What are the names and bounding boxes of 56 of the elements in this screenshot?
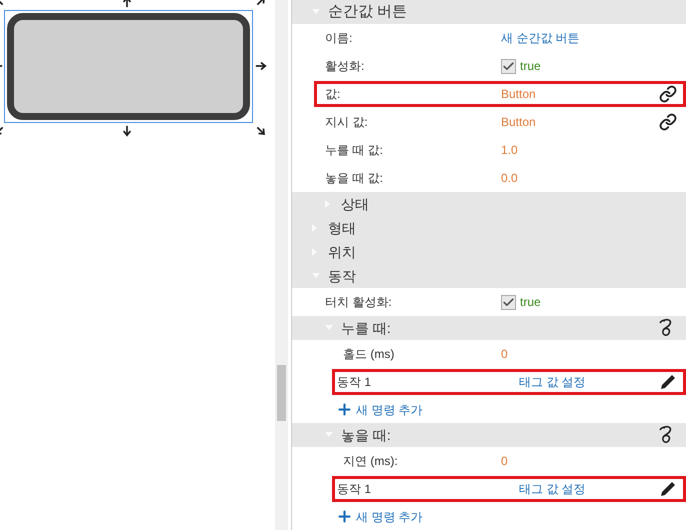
add-command-button[interactable]: 새 명령 추가 (340, 400, 423, 418)
property-label: 활성화: (324, 58, 366, 75)
script-icon[interactable] (658, 425, 674, 445)
property-value[interactable]: true (520, 293, 541, 311)
property-value[interactable]: true (520, 57, 541, 75)
pencil-icon[interactable] (659, 480, 677, 498)
group-header[interactable]: 순간값 버튼 (292, 0, 686, 24)
property-row[interactable]: 홀드 (ms) 0 (332, 341, 686, 367)
group-title: 상태 (341, 194, 369, 214)
scrollbar-track[interactable] (275, 0, 288, 530)
property-label: 값: (324, 86, 342, 103)
checkbox[interactable] (501, 294, 516, 310)
property-label: 동작 1 (336, 374, 372, 391)
group-header[interactable]: 동작 (292, 264, 686, 288)
group-title: 형태 (328, 218, 356, 238)
group-header[interactable]: 놓을 때: (292, 423, 686, 447)
group-header[interactable]: 누를 때: (292, 316, 686, 340)
group-header[interactable]: 상태 (292, 192, 686, 216)
property-row[interactable]: 지시 값: Button (314, 109, 686, 135)
property-label: 홀드 (ms) (342, 346, 396, 363)
group-header[interactable]: 형태 (292, 216, 686, 240)
group-title: 위치 (328, 242, 356, 262)
group-title: 누를 때: (341, 318, 391, 338)
resize-arrow-icon[interactable] (121, 125, 133, 137)
action-row[interactable]: 동작 1 태그 값 설정 (332, 369, 686, 395)
property-label: 터치 활성화: (324, 294, 393, 311)
property-label: 지연 (ms): (342, 453, 399, 470)
property-row[interactable]: 이름: 새 순간값 버튼 (314, 25, 686, 51)
action-value[interactable]: 태그 값 설정 (519, 373, 586, 391)
property-row[interactable]: 값: Button (314, 81, 686, 107)
plus-icon (336, 401, 353, 418)
group-title: 동작 (328, 266, 356, 286)
group-title: 순간값 버튼 (328, 2, 408, 22)
action-value[interactable]: 태그 값 설정 (519, 480, 586, 498)
property-row[interactable]: 누를 때 값: 1.0 (314, 137, 686, 163)
resize-arrow-icon[interactable] (255, 60, 267, 72)
property-row[interactable]: 지연 (ms): 0 (332, 448, 686, 474)
property-row[interactable]: 놓을 때 값: 0.0 (314, 165, 686, 191)
group-title: 놓을 때: (341, 426, 391, 444)
property-row[interactable]: 터치 활성화: true (314, 289, 686, 315)
property-label: 지시 값: (324, 114, 369, 131)
property-label: 동작 1 (336, 481, 372, 498)
property-label: 이름: (324, 30, 354, 47)
script-icon[interactable] (658, 318, 674, 338)
property-row[interactable]: 활성화: true (314, 53, 686, 79)
action-row[interactable]: 동작 1 태그 값 설정 (332, 476, 686, 502)
plus-icon (336, 508, 353, 525)
resize-arrow-icon[interactable] (255, 125, 267, 137)
add-command-button[interactable]: 새 명령 추가 (340, 508, 423, 526)
property-label: 누를 때 값: (324, 142, 384, 159)
property-value[interactable]: 새 순간값 버튼 (501, 29, 580, 47)
checkbox[interactable] (501, 58, 516, 74)
property-label: 놓을 때 값: (324, 170, 384, 187)
scrollbar-thumb[interactable] (277, 365, 286, 421)
pencil-icon[interactable] (659, 373, 677, 391)
group-header[interactable]: 위치 (292, 240, 686, 264)
